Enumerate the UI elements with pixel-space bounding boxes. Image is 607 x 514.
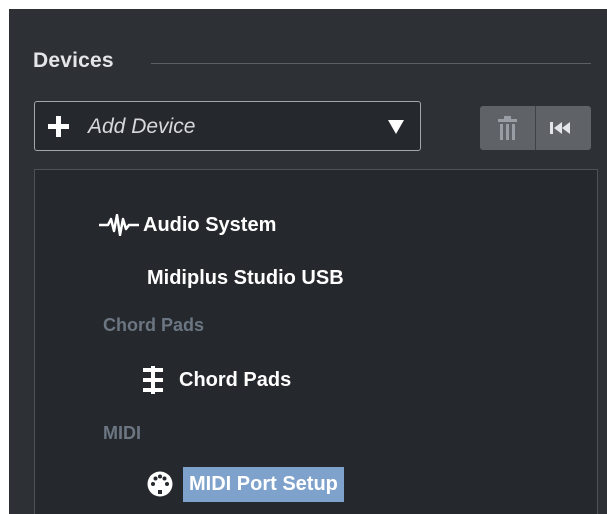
selected-list-item-label: MIDI Port Setup	[183, 466, 344, 502]
list-item-audio-system[interactable]: Audio System	[99, 208, 276, 242]
midi-port-icon	[147, 471, 173, 497]
list-item-label: Midiplus Studio USB	[147, 266, 344, 289]
add-device-dropdown[interactable]: Add Device	[34, 101, 421, 151]
audio-wave-icon	[99, 210, 139, 240]
section-divider	[151, 63, 591, 64]
list-item-midi-port-setup[interactable]: MIDI Port Setup	[147, 465, 344, 503]
devices-panel: Devices Add Device Audio System Midiplus…	[9, 9, 607, 514]
category-midi: MIDI	[103, 423, 141, 443]
add-device-label: Add Device	[88, 115, 196, 138]
chord-pads-icon	[143, 366, 163, 394]
device-toolbar	[480, 106, 591, 150]
rewind-to-start-icon	[550, 122, 574, 134]
delete-device-button[interactable]	[480, 106, 535, 150]
plus-icon	[48, 116, 69, 137]
category-chord-pads: Chord Pads	[103, 315, 205, 335]
section-header: Devices	[9, 47, 607, 77]
caret-down-icon	[388, 120, 404, 134]
device-list: Audio System Midiplus Studio USB Chord P…	[34, 169, 598, 514]
list-item-midiplus-studio-usb[interactable]: Midiplus Studio USB	[147, 261, 344, 295]
trash-icon	[497, 116, 518, 141]
list-item-label: Chord Pads	[179, 368, 292, 391]
list-item-chord-pads[interactable]: Chord Pads	[143, 363, 291, 397]
list-item-label: Audio System	[143, 213, 277, 236]
reset-device-button[interactable]	[536, 106, 591, 150]
section-title: Devices	[33, 49, 114, 72]
